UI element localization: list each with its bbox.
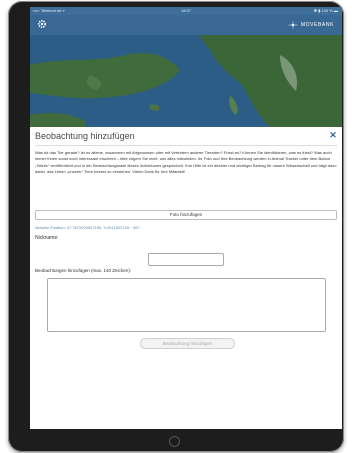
- nickname-label: Nickname:: [35, 235, 59, 241]
- nickname-field[interactable]: [148, 253, 224, 266]
- home-button[interactable]: [169, 436, 180, 447]
- observation-textarea[interactable]: [47, 278, 326, 332]
- tablet-frame: ••••◦ Telekom.de ▿ 18:37 ✱ ▮ 100 % ▬ MOV…: [8, 1, 344, 452]
- nav-bar: MOVEBANK: [30, 15, 342, 35]
- intro-text: Was tut das Tier gerade? Ist es alleine,…: [35, 150, 337, 174]
- close-icon: ✕: [329, 130, 337, 140]
- submit-observation-button[interactable]: Beobachtung hinzufügen: [140, 338, 235, 349]
- battery-indicator: ✱ ▮ 100 % ▬: [313, 8, 338, 13]
- title-divider: [35, 145, 337, 146]
- current-position: Aktuelle Position: 47.7670009927190, 9.0…: [35, 225, 140, 230]
- status-bar: ••••◦ Telekom.de ▿ 18:37 ✱ ▮ 100 % ▬: [30, 7, 342, 15]
- brand-name: MOVEBANK: [300, 22, 334, 28]
- close-button[interactable]: ✕: [328, 130, 338, 140]
- observation-form: Beobachtung hinzufügen ✕ Was tut das Tie…: [30, 127, 342, 429]
- observation-label: Beobachtungen hinzufügen (max. 140 Zeich…: [35, 268, 132, 273]
- movebank-logo-icon: [288, 21, 298, 29]
- form-title: Beobachtung hinzufügen: [35, 131, 135, 141]
- add-photo-button[interactable]: Foto hinzufügen: [35, 210, 337, 220]
- gear-icon: [37, 19, 47, 29]
- app-screen: ••••◦ Telekom.de ▿ 18:37 ✱ ▮ 100 % ▬ MOV…: [30, 7, 342, 429]
- settings-button[interactable]: [36, 19, 48, 31]
- status-time: 18:37: [180, 8, 191, 13]
- brand: MOVEBANK: [288, 20, 334, 30]
- map-view[interactable]: [30, 35, 342, 127]
